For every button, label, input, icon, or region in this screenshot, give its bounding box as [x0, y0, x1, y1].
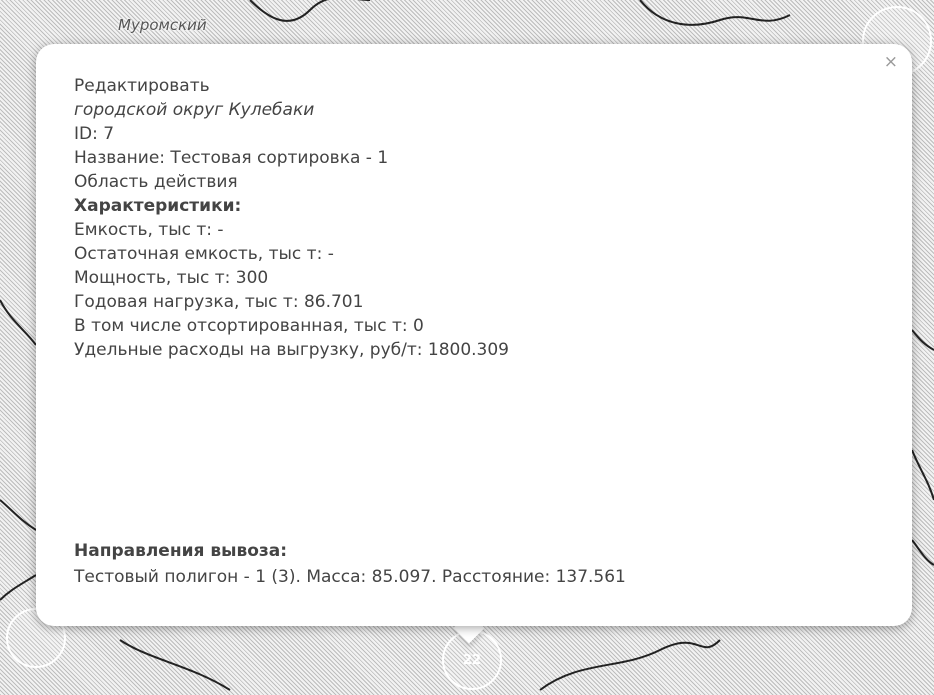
object-id: ID: 7	[74, 124, 115, 144]
info-popup: × Редактировать городской округ Кулебаки…	[36, 44, 912, 626]
cluster-count: 22	[462, 652, 482, 668]
boundary-line	[539, 639, 721, 691]
directions-heading: Направления вывоза:	[74, 541, 288, 561]
characteristic-sorted: В том числе отсортированная, тыс т: 0	[74, 316, 424, 336]
close-icon[interactable]: ×	[884, 52, 898, 72]
characteristic-residual-capacity: Остаточная емкость, тыс т: -	[74, 244, 334, 264]
service-area-link[interactable]: Область действия	[74, 170, 509, 194]
boundary-line	[0, 299, 37, 346]
characteristics-heading: Характеристики:	[74, 196, 242, 216]
boundary-line	[911, 539, 934, 566]
boundary-line	[911, 329, 934, 351]
boundary-line	[0, 574, 37, 601]
characteristic-annual-load: Годовая нагрузка, тыс т: 86.701	[74, 292, 364, 312]
boundary-line	[0, 499, 37, 531]
directions-section: Направления вывоза: Тестовый полигон - 1…	[74, 538, 626, 590]
boundary-line	[911, 449, 934, 501]
characteristic-power: Мощность, тыс т: 300	[74, 268, 269, 288]
edit-link[interactable]: Редактировать	[74, 74, 509, 98]
boundary-line	[639, 0, 791, 26]
object-name: Название: Тестовая сортировка - 1	[74, 148, 389, 168]
map-district-label: Муромский	[118, 16, 207, 34]
direction-item: Тестовый полигон - 1 (3). Масса: 85.097.…	[74, 567, 626, 587]
popup-content: Редактировать городской округ Кулебаки I…	[74, 74, 509, 362]
boundary-line	[249, 0, 370, 22]
characteristic-unloading-cost: Удельные расходы на выгрузку, руб/т: 180…	[74, 340, 510, 360]
boundary-line	[119, 639, 231, 691]
characteristic-capacity: Емкость, тыс т: -	[74, 220, 224, 240]
district-name: городской округ Кулебаки	[74, 100, 315, 120]
